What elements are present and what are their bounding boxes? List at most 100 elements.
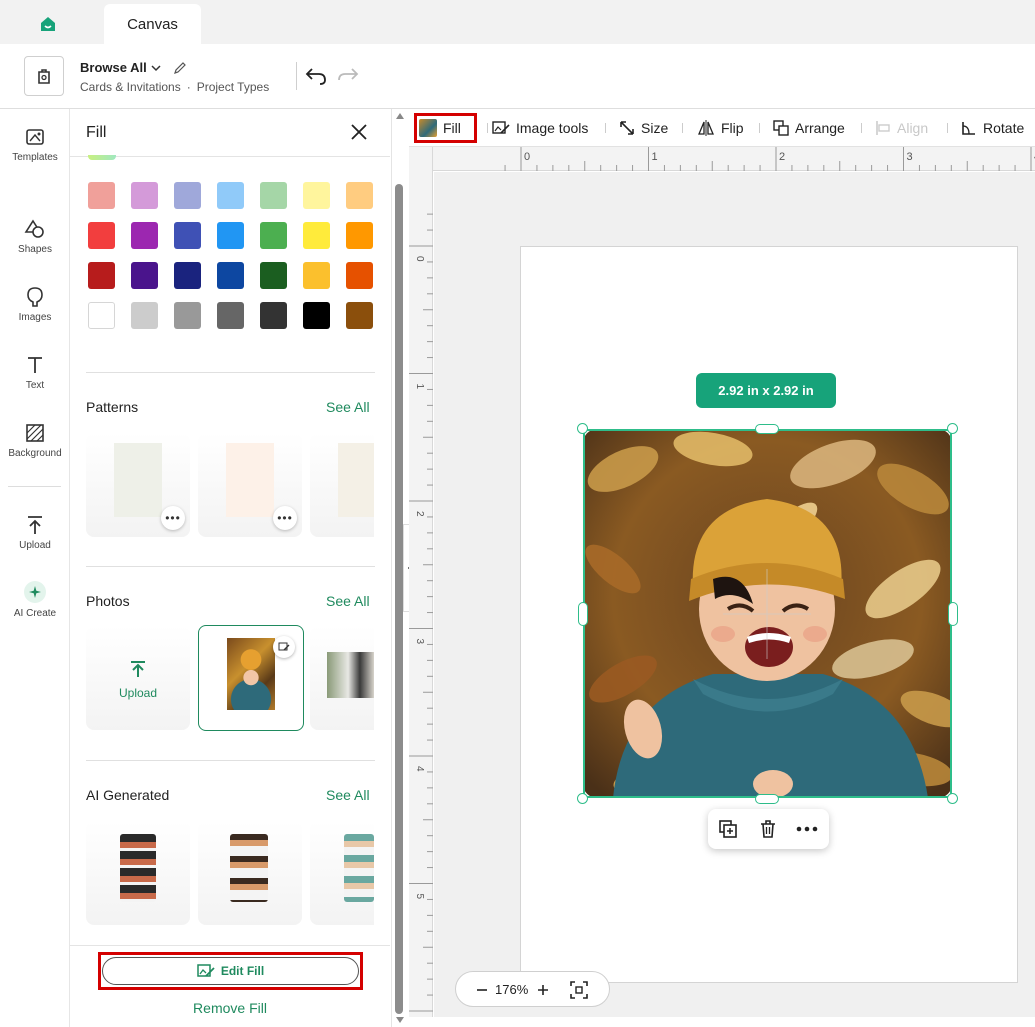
color-swatch[interactable] — [260, 222, 287, 249]
zoom-level[interactable]: 176% — [495, 982, 528, 997]
ruler-label: 1 — [652, 151, 658, 163]
resize-handle-top-right[interactable] — [947, 423, 958, 434]
ai-generated-see-all-link[interactable]: See All — [326, 787, 370, 803]
ruler-label: 3 — [907, 151, 913, 163]
color-swatch[interactable] — [131, 182, 158, 209]
color-swatch[interactable] — [217, 182, 244, 209]
align-button[interactable]: Align — [875, 109, 928, 147]
size-button[interactable]: Size — [619, 109, 668, 147]
ai-generated-title: AI Generated — [86, 787, 170, 803]
color-swatch[interactable] — [131, 222, 158, 249]
color-swatch[interactable] — [217, 262, 244, 289]
more-options-button[interactable]: ••• — [161, 506, 185, 530]
color-swatch[interactable] — [88, 182, 115, 209]
rail-label: AI Create — [13, 608, 57, 619]
color-swatch[interactable] — [174, 222, 201, 249]
ai-generated-card[interactable] — [86, 821, 190, 925]
ai-generated-card[interactable] — [198, 821, 302, 925]
home-icon[interactable] — [34, 12, 62, 36]
vertical-ruler: 0 1 2 3 4 5 — [409, 147, 433, 1017]
horizontal-ruler: 01234 — [409, 147, 1035, 171]
pattern-card[interactable] — [310, 433, 374, 537]
color-swatch[interactable] — [260, 262, 287, 289]
color-swatch[interactable] — [303, 262, 330, 289]
rail-item-shapes[interactable]: Shapes — [0, 218, 70, 255]
arrange-button[interactable]: Arrange — [773, 109, 845, 147]
undo-icon[interactable] — [304, 64, 328, 86]
resize-handle-left[interactable] — [578, 602, 588, 626]
scroll-up-arrow-icon[interactable] — [396, 113, 404, 119]
color-swatch[interactable] — [260, 302, 287, 329]
rail-item-text[interactable]: Text — [0, 354, 70, 391]
resize-handle-top-left[interactable] — [577, 423, 588, 434]
rotate-button[interactable]: Rotate — [961, 109, 1024, 147]
ai-generated-card[interactable] — [310, 821, 374, 925]
color-swatch[interactable] — [174, 302, 201, 329]
pattern-card[interactable]: ••• — [86, 433, 190, 537]
color-swatch[interactable] — [303, 222, 330, 249]
zoom-in-icon[interactable] — [537, 984, 549, 996]
panel-scrollbar-thumb[interactable] — [395, 184, 403, 1014]
breadcrumb-cards-invitations[interactable]: Cards & Invitations — [80, 80, 181, 94]
color-swatch[interactable] — [346, 222, 373, 249]
shapes-icon — [24, 219, 44, 238]
browse-all-dropdown[interactable]: Browse All — [80, 60, 187, 75]
zoom-out-icon[interactable] — [476, 988, 488, 992]
more-options-icon[interactable] — [796, 826, 818, 832]
photo-card-selected[interactable] — [198, 625, 304, 731]
section-divider — [86, 760, 375, 761]
color-swatch[interactable] — [260, 182, 287, 209]
edit-fill-button[interactable]: Edit Fill — [102, 957, 359, 985]
upload-photo-card[interactable]: Upload — [86, 626, 190, 730]
image-tools-button[interactable]: Image tools — [492, 109, 588, 147]
redo-icon[interactable] — [336, 64, 360, 86]
color-swatch[interactable] — [131, 262, 158, 289]
fit-to-screen-icon[interactable] — [569, 980, 589, 1000]
color-swatch[interactable] — [88, 262, 115, 289]
rail-item-templates[interactable]: Templates — [0, 126, 70, 163]
color-swatch[interactable] — [217, 302, 244, 329]
color-swatch[interactable] — [174, 182, 201, 209]
trash-icon[interactable] — [758, 819, 778, 839]
photo-card[interactable] — [310, 626, 374, 730]
duplicate-icon[interactable] — [718, 819, 738, 839]
project-settings-button[interactable] — [24, 56, 64, 96]
section-divider — [86, 566, 375, 567]
flip-button[interactable]: Flip — [697, 109, 744, 147]
pattern-thumbnail — [338, 443, 374, 517]
image-tools-icon — [492, 121, 510, 134]
pattern-card[interactable]: ••• — [198, 433, 302, 537]
rail-item-ai-create[interactable]: AI Create — [0, 580, 70, 619]
color-swatch[interactable] — [303, 302, 330, 329]
color-swatch[interactable] — [174, 262, 201, 289]
rail-item-upload[interactable]: Upload — [0, 514, 70, 551]
color-swatch[interactable] — [88, 302, 115, 329]
tab-canvas[interactable]: Canvas — [104, 4, 201, 44]
color-swatch[interactable] — [303, 182, 330, 209]
edit-photo-button[interactable] — [273, 636, 295, 658]
pencil-icon[interactable] — [173, 61, 187, 75]
close-icon[interactable] — [348, 121, 370, 143]
highlight-box — [414, 113, 477, 143]
resize-handle-top[interactable] — [755, 424, 779, 434]
images-icon — [27, 287, 43, 307]
color-swatch[interactable] — [131, 302, 158, 329]
breadcrumb-project-types[interactable]: Project Types — [197, 80, 269, 94]
color-swatch[interactable] — [346, 182, 373, 209]
resize-handle-right[interactable] — [948, 602, 958, 626]
patterns-see-all-link[interactable]: See All — [326, 399, 370, 415]
resize-handle-bottom-left[interactable] — [577, 793, 588, 804]
resize-handle-bottom[interactable] — [755, 794, 779, 804]
remove-fill-link[interactable]: Remove Fill — [70, 1000, 390, 1016]
scroll-down-arrow-icon[interactable] — [396, 1017, 404, 1023]
gradient-swatch-partial[interactable] — [88, 155, 116, 160]
color-swatch[interactable] — [346, 302, 373, 329]
more-options-button[interactable]: ••• — [273, 506, 297, 530]
color-swatch[interactable] — [346, 262, 373, 289]
color-swatch[interactable] — [217, 222, 244, 249]
resize-handle-bottom-right[interactable] — [947, 793, 958, 804]
color-swatch[interactable] — [88, 222, 115, 249]
rail-item-images[interactable]: Images — [0, 286, 70, 323]
rail-item-background[interactable]: Background — [0, 422, 70, 459]
photos-see-all-link[interactable]: See All — [326, 593, 370, 609]
